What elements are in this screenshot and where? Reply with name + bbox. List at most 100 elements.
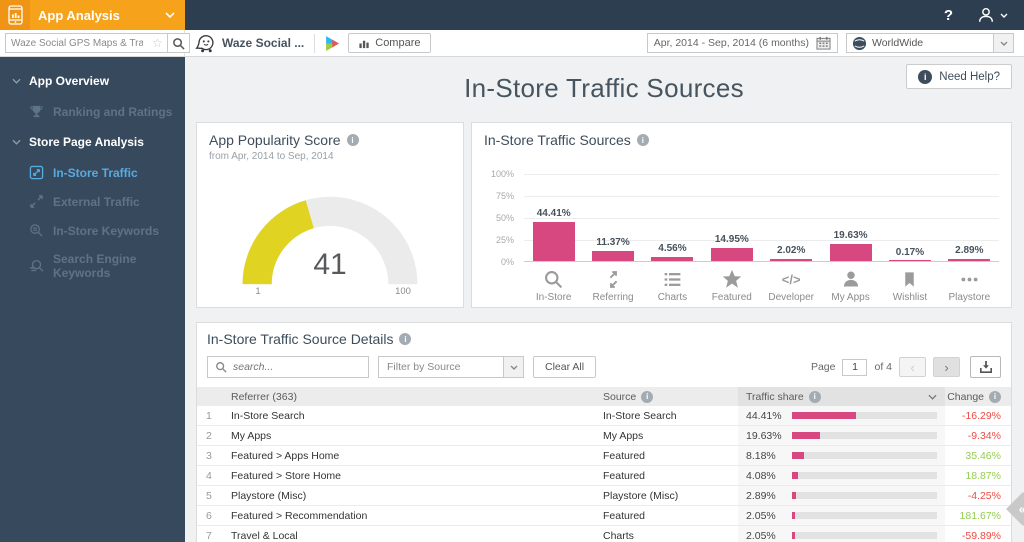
category-featured[interactable]: Featured xyxy=(702,262,761,303)
bar-charts: 4.56% xyxy=(643,174,702,261)
column-header-referrer[interactable]: Referrer (363) xyxy=(227,391,603,403)
category-in-store[interactable]: In-Store xyxy=(524,262,583,303)
bar-featured: 14.95% xyxy=(702,174,761,261)
column-header-traffic-share[interactable]: Traffic share i xyxy=(738,387,945,406)
app-toolbar: Waze Social ... Compare Apr, 2014 - Sep,… xyxy=(185,30,1024,56)
category-my-apps[interactable]: My Apps xyxy=(821,262,880,303)
info-icon: i xyxy=(808,390,821,403)
sidebar-item-ranking-and-ratings[interactable]: Ranking and Ratings xyxy=(0,97,185,126)
category-wishlist[interactable]: Wishlist xyxy=(880,262,939,303)
details-search-input[interactable] xyxy=(233,361,361,373)
favorite-star-icon[interactable]: ☆ xyxy=(148,36,167,50)
calendar-icon xyxy=(816,36,831,50)
date-range-picker[interactable]: Apr, 2014 - Sep, 2014 (6 months) xyxy=(646,33,838,53)
prev-page-button[interactable]: ‹ xyxy=(899,357,926,377)
date-range-value: Apr, 2014 - Sep, 2014 (6 months) xyxy=(653,37,809,49)
change-value: -4.25% xyxy=(967,489,1001,502)
category-developer[interactable]: </> Developer xyxy=(762,262,821,304)
traffic-chart-title: In-Store Traffic Sources xyxy=(484,132,631,148)
table-row: 7 Travel & Local Charts 2.05% -59.89% xyxy=(197,526,1011,542)
search-engine-keywords-icon xyxy=(29,259,44,274)
user-menu[interactable] xyxy=(977,6,1008,24)
info-icon[interactable]: i xyxy=(399,333,412,345)
gauge-max-label: 100 xyxy=(395,286,411,297)
sidebar-item-external-traffic[interactable]: External Traffic xyxy=(0,187,185,216)
column-header-change[interactable]: Change i xyxy=(945,390,1011,403)
gauge-min-label: 1 xyxy=(255,286,261,297)
main-content: In-Store Traffic Sources i Need Help? Ap… xyxy=(185,57,1024,542)
in-store-traffic-icon xyxy=(29,165,44,180)
chevron-down-icon xyxy=(12,78,21,84)
need-help-button[interactable]: i Need Help? xyxy=(906,64,1012,89)
search-icon xyxy=(172,37,185,50)
share-bar xyxy=(792,412,937,419)
change-value: -59.89% xyxy=(961,529,1001,542)
page-count-label: of 4 xyxy=(874,361,892,373)
filter-by-source-dropdown[interactable]: Filter by Source xyxy=(378,356,524,378)
column-header-source[interactable]: Source i xyxy=(603,390,738,403)
popularity-card-subtitle: from Apr, 2014 to Sep, 2014 xyxy=(209,151,334,162)
sidebar-item-in-store-keywords[interactable]: In-Store Keywords xyxy=(0,216,185,245)
compare-button[interactable]: Compare xyxy=(348,33,431,53)
divider xyxy=(314,33,316,53)
current-app-name: Waze Social ... xyxy=(222,36,305,50)
google-play-icon xyxy=(325,35,340,52)
chevron-down-icon xyxy=(1000,13,1008,18)
export-button[interactable] xyxy=(970,356,1001,378)
search-icon xyxy=(216,362,227,373)
table-header: Referrer (363) Source i Traffic share i Ch… xyxy=(197,387,1011,406)
code-icon: </> xyxy=(781,271,801,287)
chevron-down-icon xyxy=(12,139,21,145)
sidebar-item-search-engine-keywords[interactable]: Search Engine Keywords xyxy=(0,245,185,287)
dropdown-caret xyxy=(503,357,523,377)
info-icon: i xyxy=(918,69,933,84)
info-icon[interactable]: i xyxy=(636,134,649,146)
popularity-score-value: 41 xyxy=(313,248,347,281)
sidebar-item-in-store-traffic[interactable]: In-Store Traffic xyxy=(0,158,185,187)
category-playstore[interactable]: Playstore xyxy=(940,262,999,303)
share-bar xyxy=(792,532,937,539)
category-charts[interactable]: Charts xyxy=(643,262,702,303)
sidebar-section-store-page-analysis[interactable]: Store Page Analysis xyxy=(0,126,185,158)
bar-my-apps: 19.63% xyxy=(821,174,880,261)
top-bar: App Analysis ? xyxy=(0,0,1024,30)
topbar-actions: ? xyxy=(185,0,1024,30)
app-analysis-menu[interactable]: App Analysis xyxy=(0,0,185,30)
ellipsis-icon xyxy=(959,268,980,290)
current-app-selector[interactable]: Waze Social ... xyxy=(195,34,304,53)
app-search-area: ☆ xyxy=(0,30,190,56)
table-row: 1 In-Store Search In-Store Search 44.41%… xyxy=(197,406,1011,426)
list-icon xyxy=(662,268,683,290)
change-value: -16.29% xyxy=(961,409,1001,422)
sidebar-section-app-overview[interactable]: App Overview xyxy=(0,65,185,97)
bar-referring: 11.37% xyxy=(583,174,642,261)
bar-chart-icon xyxy=(359,40,369,48)
change-value: 181.67% xyxy=(959,509,1001,522)
region-value: WorldWide xyxy=(872,37,924,49)
plot-area: 44.41% 11.37% 4.56% 14.95% 2.02% 19.63% … xyxy=(524,174,999,262)
traffic-sources-bar-chart: 100% 75% 50% 25% 0% 44.41% 11.37% 4.56% … xyxy=(484,169,999,304)
chevron-down-icon xyxy=(165,12,185,18)
page-number-input[interactable] xyxy=(842,358,868,376)
help-icon[interactable]: ? xyxy=(944,7,953,24)
secondary-bar: ☆ Waze Social ... Compare Apr, 2014 - Se… xyxy=(0,30,1024,57)
page-title: In-Store Traffic Sources xyxy=(464,73,744,103)
clear-all-button[interactable]: Clear All xyxy=(533,356,597,378)
table-row: 5 Playstore (Misc) Playstore (Misc) 2.89… xyxy=(197,486,1011,506)
bookmark-icon xyxy=(901,268,918,290)
change-value: 18.87% xyxy=(965,469,1001,482)
region-dropdown[interactable]: WorldWide xyxy=(846,33,1014,53)
change-value: -9.34% xyxy=(967,429,1001,442)
share-bar xyxy=(792,492,937,499)
change-value: 35.46% xyxy=(965,449,1001,462)
phone-analytics-icon xyxy=(0,0,30,30)
app-search-input[interactable] xyxy=(6,37,148,49)
popularity-card-title: App Popularity Score xyxy=(209,132,341,148)
external-traffic-icon xyxy=(29,194,44,209)
next-page-button[interactable]: › xyxy=(933,357,960,377)
category-referring[interactable]: Referring xyxy=(583,262,642,303)
bar-in-store: 44.41% xyxy=(524,174,583,261)
y-axis: 100% 75% 50% 25% 0% xyxy=(490,169,514,267)
info-icon[interactable]: i xyxy=(346,134,359,146)
details-search-box xyxy=(207,356,369,378)
